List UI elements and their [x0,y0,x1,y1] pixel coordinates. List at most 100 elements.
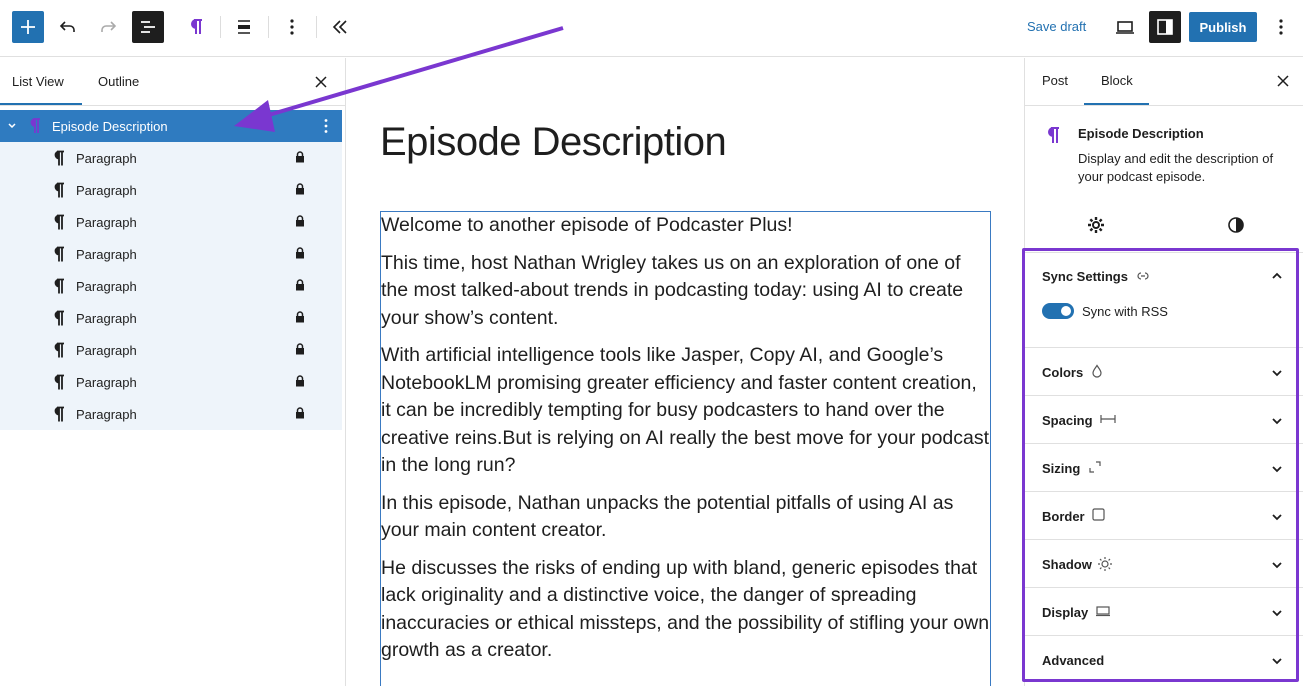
droplet-icon [1092,364,1102,378]
redo-button[interactable] [92,11,124,43]
publish-button[interactable]: Publish [1189,12,1257,42]
panel-shadow[interactable]: Shadow [1025,539,1303,587]
tab-block[interactable]: Block [1101,73,1133,88]
close-icon[interactable] [1275,73,1291,89]
active-tab-indicator [1084,103,1149,105]
more-options-button[interactable] [276,11,308,43]
list-view-item[interactable]: Paragraph [0,238,342,270]
editor-toolbar: Save draft Publish [0,0,1303,57]
chevron-down-icon[interactable] [1270,462,1284,476]
panel-icon-wrap [1097,556,1113,577]
paragraph-icon [191,19,202,34]
spacing-icon [1100,415,1116,423]
collapse-toolbar-button[interactable] [324,11,356,43]
paragraph-icon [54,406,64,422]
options-button[interactable] [1265,11,1297,43]
panel-border[interactable]: Border [1025,491,1303,539]
list-view-tabs: List View Outline [0,58,346,106]
block-card-title: Episode Description [1078,126,1204,141]
lock-icon [296,151,304,163]
block-type-button[interactable] [180,11,212,43]
list-view-item-label: Paragraph [76,343,137,358]
episode-description-block[interactable]: Welcome to another episode of Podcaster … [380,211,991,686]
panel-title: Advanced [1042,653,1105,668]
lock-icon [296,343,304,355]
sidebar-icon [1157,19,1173,35]
list-view-item-label: Paragraph [76,311,137,326]
document-overview-button[interactable] [132,11,164,43]
plus-icon [21,20,35,34]
paragraph-block[interactable]: He discusses the risks of ending up with… [381,555,990,665]
lock-icon [296,183,304,195]
list-view-item[interactable]: Paragraph [0,366,342,398]
paragraph-icon [54,150,64,166]
list-view-children: Paragraph Paragraph Paragraph Paragraph Para… [0,142,342,430]
tab-post[interactable]: Post [1042,73,1068,88]
list-view-item[interactable]: Paragraph [0,174,342,206]
align-icon [238,20,250,34]
list-view-icon [141,21,155,33]
paragraph-block[interactable]: In this episode, Nathan unpacks the pote… [381,490,990,545]
panel-title: Sizing [1042,461,1081,476]
chevron-down-icon[interactable] [1270,510,1284,524]
panel-display[interactable]: Display [1025,587,1303,635]
list-view-root-item[interactable]: Episode Description [0,110,342,142]
list-view-item-label: Paragraph [76,279,137,294]
sync-settings-title[interactable]: Sync Settings [1042,269,1128,284]
active-tab-indicator [0,103,82,105]
align-button[interactable] [228,11,260,43]
panel-advanced[interactable]: Advanced [1025,635,1303,683]
list-view-item[interactable]: Paragraph [0,334,342,366]
paragraph-block[interactable]: Welcome to another episode of Podcaster … [381,212,990,240]
post-title[interactable]: Episode Description [380,120,727,165]
list-view-item[interactable]: Paragraph [0,142,342,174]
gear-icon[interactable] [1087,216,1105,234]
link-icon [1137,272,1149,280]
list-view-item[interactable]: Paragraph [0,302,342,334]
chevron-down-icon[interactable] [1270,654,1284,668]
shadow-icon [1098,557,1112,571]
panel-spacing[interactable]: Spacing [1025,395,1303,443]
paragraph-block[interactable]: This time, host Nathan Wrigley takes us … [381,250,990,333]
settings-sidebar: Post Block Episode Description Display a… [1024,58,1303,686]
panel-colors[interactable]: Colors [1025,347,1303,395]
laptop-icon [1116,21,1134,34]
list-view-item[interactable]: Paragraph [0,270,342,302]
list-view-item[interactable]: Paragraph [0,206,342,238]
undo-button[interactable] [52,11,84,43]
chevron-down-icon[interactable] [7,121,17,131]
panel-icon-wrap [1089,460,1101,478]
tab-list-view[interactable]: List View [12,74,64,89]
panel-icon-wrap [1100,412,1116,430]
resize-icon [1089,461,1101,473]
vertical-ellipsis-icon [1279,19,1283,35]
add-block-button[interactable] [12,11,44,43]
double-chevron-left-icon [332,20,347,34]
save-draft-button[interactable]: Save draft [1027,19,1086,34]
panel-sizing[interactable]: Sizing [1025,443,1303,491]
settings-sidebar-button[interactable] [1149,11,1181,43]
chevron-up-icon[interactable] [1270,269,1284,283]
tab-outline[interactable]: Outline [98,74,139,89]
redo-icon [101,21,117,32]
lock-icon [296,407,304,419]
border-icon [1092,508,1105,521]
paragraph-icon [54,342,64,358]
chevron-down-icon[interactable] [1270,414,1284,428]
paragraph-block[interactable]: With artificial intelligence tools like … [381,342,990,480]
sidebar-tabs: Post Block [1025,58,1303,106]
list-view-item[interactable]: Paragraph [0,398,342,430]
chevron-down-icon[interactable] [1270,558,1284,572]
sync-rss-toggle[interactable] [1042,303,1074,319]
vertical-ellipsis-icon [290,19,294,35]
chevron-down-icon[interactable] [1270,366,1284,380]
close-icon[interactable] [313,74,329,90]
chevron-down-icon[interactable] [1270,606,1284,620]
lock-icon [296,279,304,291]
undo-icon [59,21,75,32]
preview-button[interactable] [1109,11,1141,43]
styles-icon[interactable] [1227,216,1245,234]
list-view-item-label: Paragraph [76,375,137,390]
list-view-panel: List View Outline Episode Description Pa… [0,58,346,686]
vertical-ellipsis-icon[interactable] [319,118,333,134]
